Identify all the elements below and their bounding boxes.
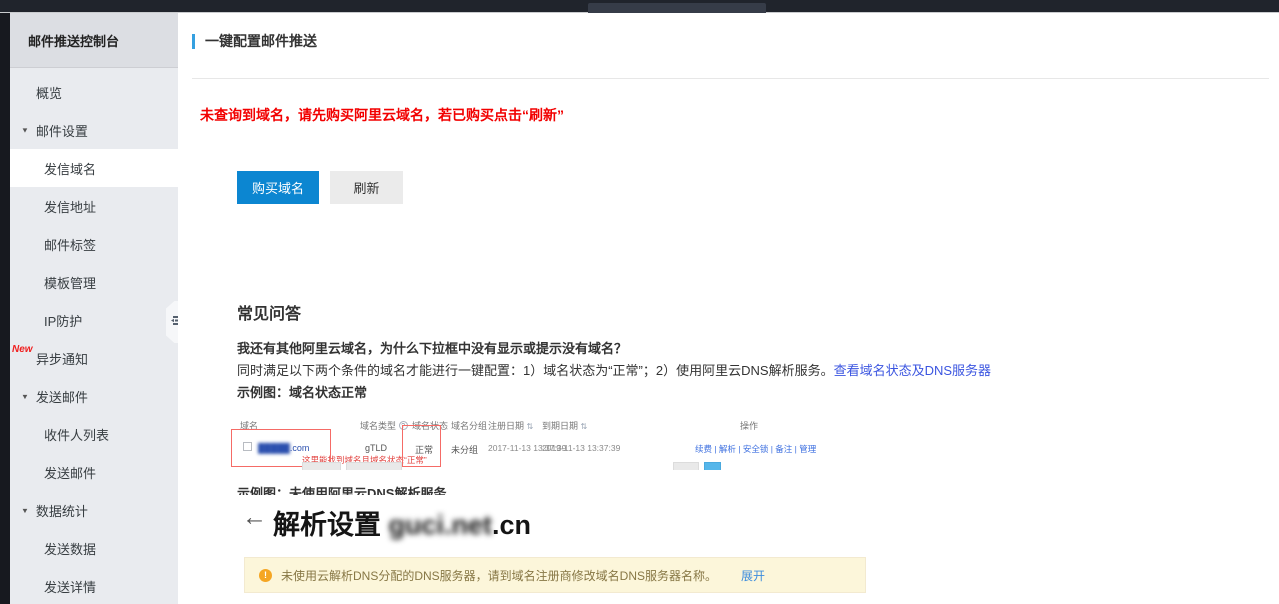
sidebar-item-overview[interactable]: 概览 xyxy=(10,73,178,111)
sidebar: 邮件推送控制台 概览 ▼ 邮件设置 发信域名 发信地址 邮件标签 模板管理 IP xyxy=(10,13,178,604)
red-callout-rect-status xyxy=(402,425,441,467)
sidebar-group-data-statistics[interactable]: ▼ 数据统计 xyxy=(10,491,178,529)
col-header-expire-date: 到期日期 ⇅ xyxy=(542,419,587,432)
sidebar-item-label: 发送数据 xyxy=(44,539,96,558)
sidebar-group-label: 邮件设置 xyxy=(36,121,88,140)
expand-link[interactable]: 展开 xyxy=(741,567,765,584)
sidebar-item-label: 收件人列表 xyxy=(44,425,109,444)
dns-settings-heading: 解析设置 guci.net.cn xyxy=(273,503,531,542)
cropped-button-remnant xyxy=(302,462,341,470)
alert-icon: ! xyxy=(259,569,272,582)
faq-heading: 常见问答 xyxy=(237,300,301,324)
sidebar-item-label: 异步通知 xyxy=(36,349,88,368)
divider xyxy=(192,78,1269,79)
top-search-box[interactable] xyxy=(588,3,766,13)
sidebar-group-label: 发送邮件 xyxy=(36,387,88,406)
sidebar-group-mail-settings[interactable]: ▼ 邮件设置 xyxy=(10,111,178,149)
app-window: 邮件推送控制台 概览 ▼ 邮件设置 发信域名 发信地址 邮件标签 模板管理 IP xyxy=(0,0,1279,604)
sidebar-item-label: 发送邮件 xyxy=(44,463,96,482)
sort-icon[interactable]: ⇅ xyxy=(527,422,534,431)
cropped-button-remnant xyxy=(346,462,402,470)
sidebar-item-ip-protection[interactable]: IP防护 xyxy=(10,301,178,339)
chevron-down-icon: ▼ xyxy=(21,392,29,400)
col-header-label: 域名类型 xyxy=(360,421,396,431)
col-header-label: 注册日期 xyxy=(488,421,524,431)
dns-warning-alert: ! 未使用云解析DNS分配的DNS服务器，请到域名注册商修改域名DNS服务器名称… xyxy=(244,557,866,593)
main-content: 一键配置邮件推送 未查询到域名，请先购买阿里云域名，若已购买点击“刷新” 购买域… xyxy=(178,13,1279,604)
col-header-group: 域名分组 xyxy=(451,419,487,432)
faq-answer-text: 同时满足以下两个条件的域名才能进行一键配置：1）域名状态为“正常”；2）使用阿里… xyxy=(237,363,834,378)
sidebar-item-label: 发信地址 xyxy=(44,197,96,216)
faq-question: 我还有其他阿里云域名，为什么下拉框中没有显示或提示没有域名？ xyxy=(237,338,627,357)
sidebar-item-label: 发信域名 xyxy=(44,159,96,178)
sidebar-group-label: 数据统计 xyxy=(36,501,88,520)
sidebar-title: 邮件推送控制台 xyxy=(10,13,178,68)
refresh-button[interactable]: 刷新 xyxy=(330,171,403,204)
faq-answer: 同时满足以下两个条件的域名才能进行一键配置：1）域名状态为“正常”；2）使用阿里… xyxy=(237,360,991,379)
table-row-type: gTLD xyxy=(365,443,387,453)
sidebar-item-label: 模板管理 xyxy=(44,273,96,292)
col-header-register-date: 注册日期 ⇅ xyxy=(488,419,533,432)
sidebar-menu: 概览 ▼ 邮件设置 发信域名 发信地址 邮件标签 模板管理 IP防护 New xyxy=(10,68,178,604)
sidebar-item-label: 邮件标签 xyxy=(44,235,96,254)
sidebar-item-mail-tag[interactable]: 邮件标签 xyxy=(10,225,178,263)
example-domain-table-screenshot: 域名 域名类型 ? 域名状态 域名分组 注册日期 ⇅ 到期日期 ⇅ 操作 ███… xyxy=(237,405,800,473)
top-nav-bar xyxy=(0,0,1279,13)
sidebar-item-recipient-list[interactable]: 收件人列表 xyxy=(10,415,178,453)
sidebar-item-sending-domain[interactable]: 发信域名 xyxy=(10,149,178,187)
table-row-actions[interactable]: 续费 | 解析 | 安全锁 | 备注 | 管理 xyxy=(695,443,816,455)
cropped-pagination-remnant xyxy=(704,462,721,470)
sidebar-item-send-mail[interactable]: 发送邮件 xyxy=(10,453,178,491)
chevron-down-icon: ▼ xyxy=(21,506,29,514)
sort-icon[interactable]: ⇅ xyxy=(581,422,588,431)
blurred-domain-text: guci.net xyxy=(389,510,493,540)
sidebar-item-sending-address[interactable]: 发信地址 xyxy=(10,187,178,225)
sidebar-item-async-notification[interactable]: New 异步通知 xyxy=(10,339,178,377)
new-badge: New xyxy=(12,344,33,355)
col-header-type: 域名类型 ? xyxy=(360,419,408,432)
sidebar-item-label: 发送详情 xyxy=(44,577,96,596)
sidebar-item-label: IP防护 xyxy=(44,311,82,330)
page-title: 一键配置邮件推送 xyxy=(192,34,317,49)
cropped-button-remnant xyxy=(673,462,699,470)
dns-status-link[interactable]: 查看域名状态及DNS服务器 xyxy=(834,363,991,378)
sidebar-item-template-management[interactable]: 模板管理 xyxy=(10,263,178,301)
table-row-expire-date: 2019-11-13 13:37:39 xyxy=(542,443,620,453)
no-domain-warning: 未查询到域名，请先购买阿里云域名，若已购买点击“刷新” xyxy=(200,105,564,125)
sidebar-item-send-details[interactable]: 发送详情 xyxy=(10,567,178,604)
col-header-label: 到期日期 xyxy=(542,421,578,431)
sidebar-group-send-mail[interactable]: ▼ 发送邮件 xyxy=(10,377,178,415)
product-nav-strip xyxy=(0,13,10,604)
buy-domain-button[interactable]: 购买域名 xyxy=(237,171,319,204)
example1-label: 示例图：域名状态正常 xyxy=(237,382,367,401)
back-arrow-icon: ← xyxy=(242,503,267,532)
domain-suffix: .cn xyxy=(492,510,531,540)
sidebar-item-label: 概览 xyxy=(36,83,62,102)
alert-text: 未使用云解析DNS分配的DNS服务器，请到域名注册商修改域名DNS服务器名称。 xyxy=(281,567,717,584)
example-dns-settings-screenshot: ← 解析设置 guci.net.cn ! 未使用云解析DNS分配的DNS服务器，… xyxy=(237,495,887,604)
chevron-down-icon: ▼ xyxy=(21,126,29,134)
dns-heading-text: 解析设置 xyxy=(273,510,381,540)
sidebar-item-send-data[interactable]: 发送数据 xyxy=(10,529,178,567)
col-header-actions: 操作 xyxy=(740,419,758,432)
table-row-group: 未分组 xyxy=(451,443,478,456)
